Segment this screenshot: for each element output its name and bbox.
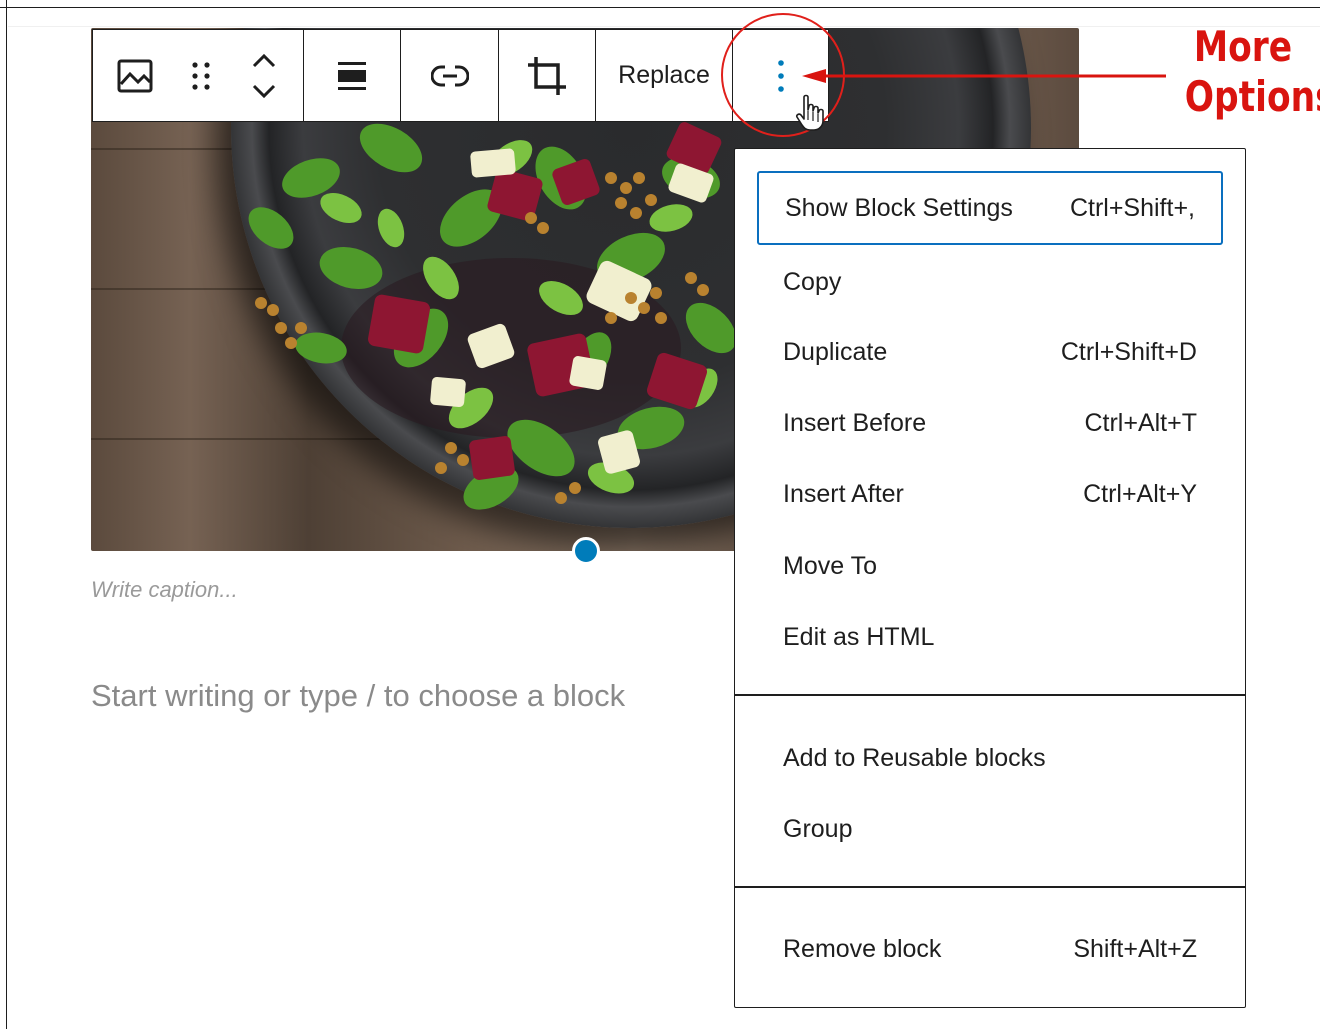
menu-item-label: Duplicate xyxy=(783,337,888,366)
annotation-line-2: Options xyxy=(1184,72,1320,121)
menu-item-show-block-settings[interactable]: Show Block Settings Ctrl+Shift+, xyxy=(757,171,1223,245)
menu-item-shortcut: Ctrl+Alt+T xyxy=(1084,408,1197,437)
annotation-label: More Options xyxy=(1184,22,1320,122)
image-icon xyxy=(117,58,153,94)
menu-item-shortcut: Shift+Alt+Z xyxy=(1073,934,1197,963)
menu-item-shortcut: Ctrl+Shift+, xyxy=(1069,193,1195,222)
block-toolbar: Replace xyxy=(92,29,829,122)
drag-handle-button[interactable] xyxy=(176,30,226,121)
align-button[interactable] xyxy=(304,30,400,121)
window-left-border xyxy=(6,0,7,1029)
toolbar-group-link xyxy=(401,30,499,121)
toolbar-group-crop xyxy=(499,30,596,121)
image-resize-handle[interactable] xyxy=(572,537,600,565)
menu-item-group[interactable]: Group xyxy=(757,792,1223,866)
image-caption-input[interactable]: Write caption... xyxy=(91,577,238,603)
menu-item-duplicate[interactable]: Duplicate Ctrl+Shift+D xyxy=(757,315,1223,389)
link-icon xyxy=(430,64,469,88)
menu-item-insert-after[interactable]: Insert After Ctrl+Alt+Y xyxy=(757,457,1223,531)
menu-item-label: Copy xyxy=(783,267,842,296)
menu-item-label: Move To xyxy=(783,551,878,580)
menu-item-shortcut: Ctrl+Alt+Y xyxy=(1083,479,1197,508)
align-icon xyxy=(336,60,368,92)
menu-item-edit-as-html[interactable]: Edit as HTML xyxy=(757,600,1223,674)
menu-item-move-to[interactable]: Move To xyxy=(757,529,1223,603)
menu-item-label: Insert After xyxy=(783,479,904,508)
editor-header-divider xyxy=(8,26,1320,27)
menu-item-label: Show Block Settings xyxy=(785,193,1013,222)
crop-button[interactable] xyxy=(499,30,595,121)
menu-item-insert-before[interactable]: Insert Before Ctrl+Alt+T xyxy=(757,386,1223,460)
menu-separator xyxy=(735,694,1245,696)
menu-separator xyxy=(735,886,1245,888)
block-appender-placeholder[interactable]: Start writing or type / to choose a bloc… xyxy=(91,678,625,714)
replace-label: Replace xyxy=(618,61,710,89)
menu-item-label: Edit as HTML xyxy=(783,622,935,651)
annotation-arrow-icon xyxy=(802,69,1166,83)
drag-handle-icon xyxy=(190,60,212,92)
insert-link-button[interactable] xyxy=(401,30,498,121)
menu-item-copy[interactable]: Copy xyxy=(757,245,1223,319)
move-up-down-button[interactable] xyxy=(236,30,292,121)
menu-item-label: Insert Before xyxy=(783,408,927,437)
window-top-border xyxy=(0,0,1320,8)
replace-button[interactable]: Replace xyxy=(596,30,732,121)
image-block-button[interactable] xyxy=(104,30,166,121)
menu-item-label: Remove block xyxy=(783,934,942,963)
toolbar-group-replace: Replace xyxy=(596,30,733,121)
menu-item-label: Add to Reusable blocks xyxy=(783,743,1046,772)
move-up-down-icon xyxy=(250,52,278,100)
toolbar-group-block xyxy=(93,30,304,121)
menu-item-shortcut: Ctrl+Shift+D xyxy=(1060,337,1197,366)
menu-item-label: Group xyxy=(783,814,853,843)
hand-pointer-cursor-icon xyxy=(796,94,824,131)
annotation-line-1: More xyxy=(1193,22,1293,71)
toolbar-group-align xyxy=(304,30,401,121)
menu-item-add-to-reusable-blocks[interactable]: Add to Reusable blocks xyxy=(757,721,1223,795)
menu-item-remove-block[interactable]: Remove block Shift+Alt+Z xyxy=(757,912,1223,986)
crop-icon xyxy=(526,55,568,97)
block-options-menu: Show Block Settings Ctrl+Shift+, Copy Du… xyxy=(734,148,1246,1008)
